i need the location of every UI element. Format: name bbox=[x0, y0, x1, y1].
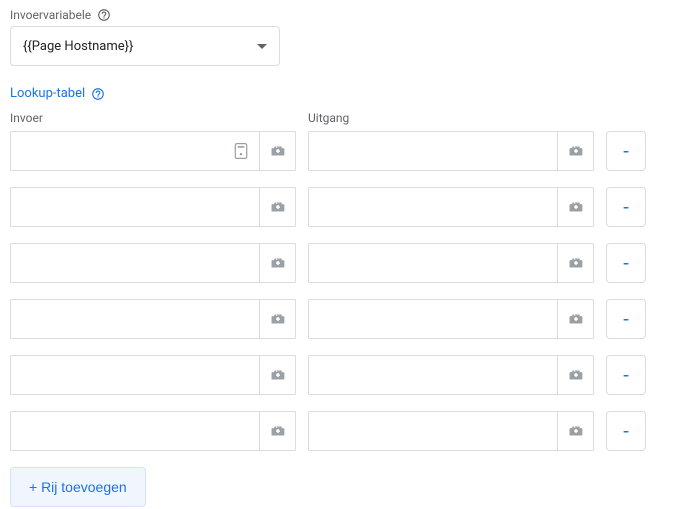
table-row: - bbox=[10, 187, 683, 227]
rows-container: - - - - - - bbox=[10, 131, 683, 451]
variable-picker-icon[interactable] bbox=[259, 244, 295, 282]
output-field[interactable] bbox=[309, 244, 557, 282]
columns-header: Invoer Uitgang bbox=[10, 111, 683, 125]
table-row: - bbox=[10, 411, 683, 451]
variable-picker-icon[interactable] bbox=[557, 356, 593, 394]
input-field[interactable] bbox=[11, 188, 259, 226]
input-variable-select[interactable]: {{Page Hostname}} bbox=[10, 26, 280, 66]
output-cell bbox=[308, 299, 594, 339]
table-row: - bbox=[10, 299, 683, 339]
remove-row-button[interactable]: - bbox=[606, 187, 646, 227]
input-field[interactable] bbox=[11, 356, 259, 394]
column-output-label: Uitgang bbox=[308, 111, 594, 125]
input-cell bbox=[10, 187, 296, 227]
variable-picker-icon[interactable] bbox=[259, 356, 295, 394]
variable-picker-icon[interactable] bbox=[557, 244, 593, 282]
input-variable-value: {{Page Hostname}} bbox=[23, 39, 133, 54]
lookup-table-link[interactable]: Lookup-tabel bbox=[10, 86, 105, 101]
metadata-icon[interactable] bbox=[223, 132, 259, 170]
output-field[interactable] bbox=[309, 356, 557, 394]
add-row-button[interactable]: + Rij toevoegen bbox=[10, 467, 146, 507]
output-cell bbox=[308, 243, 594, 283]
remove-row-button[interactable]: - bbox=[606, 131, 646, 171]
output-cell bbox=[308, 355, 594, 395]
output-cell bbox=[308, 187, 594, 227]
table-row: - bbox=[10, 243, 683, 283]
input-field[interactable] bbox=[11, 132, 223, 170]
input-cell bbox=[10, 355, 296, 395]
variable-picker-icon[interactable] bbox=[259, 132, 295, 170]
input-field[interactable] bbox=[11, 300, 259, 338]
input-variable-label-row: Invoervariabele bbox=[10, 8, 683, 22]
variable-picker-icon[interactable] bbox=[557, 300, 593, 338]
variable-picker-icon[interactable] bbox=[259, 188, 295, 226]
remove-row-button[interactable]: - bbox=[606, 411, 646, 451]
remove-row-button[interactable]: - bbox=[606, 243, 646, 283]
output-cell bbox=[308, 131, 594, 171]
variable-picker-icon[interactable] bbox=[259, 300, 295, 338]
input-cell bbox=[10, 243, 296, 283]
variable-picker-icon[interactable] bbox=[259, 412, 295, 450]
help-icon[interactable] bbox=[97, 8, 111, 22]
output-field[interactable] bbox=[309, 188, 557, 226]
remove-row-button[interactable]: - bbox=[606, 355, 646, 395]
output-field[interactable] bbox=[309, 132, 557, 170]
input-cell bbox=[10, 299, 296, 339]
input-variable-label: Invoervariabele bbox=[10, 8, 91, 22]
table-row: - bbox=[10, 131, 683, 171]
lookup-table-link-label: Lookup-tabel bbox=[10, 86, 85, 101]
input-field[interactable] bbox=[11, 412, 259, 450]
variable-picker-icon[interactable] bbox=[557, 132, 593, 170]
input-cell bbox=[10, 131, 296, 171]
output-field[interactable] bbox=[309, 300, 557, 338]
help-icon[interactable] bbox=[91, 87, 105, 101]
table-row: - bbox=[10, 355, 683, 395]
chevron-down-icon bbox=[257, 44, 267, 49]
input-field[interactable] bbox=[11, 244, 259, 282]
variable-picker-icon[interactable] bbox=[557, 412, 593, 450]
remove-row-button[interactable]: - bbox=[606, 299, 646, 339]
variable-picker-icon[interactable] bbox=[557, 188, 593, 226]
input-cell bbox=[10, 411, 296, 451]
column-input-label: Invoer bbox=[10, 111, 296, 125]
output-cell bbox=[308, 411, 594, 451]
output-field[interactable] bbox=[309, 412, 557, 450]
